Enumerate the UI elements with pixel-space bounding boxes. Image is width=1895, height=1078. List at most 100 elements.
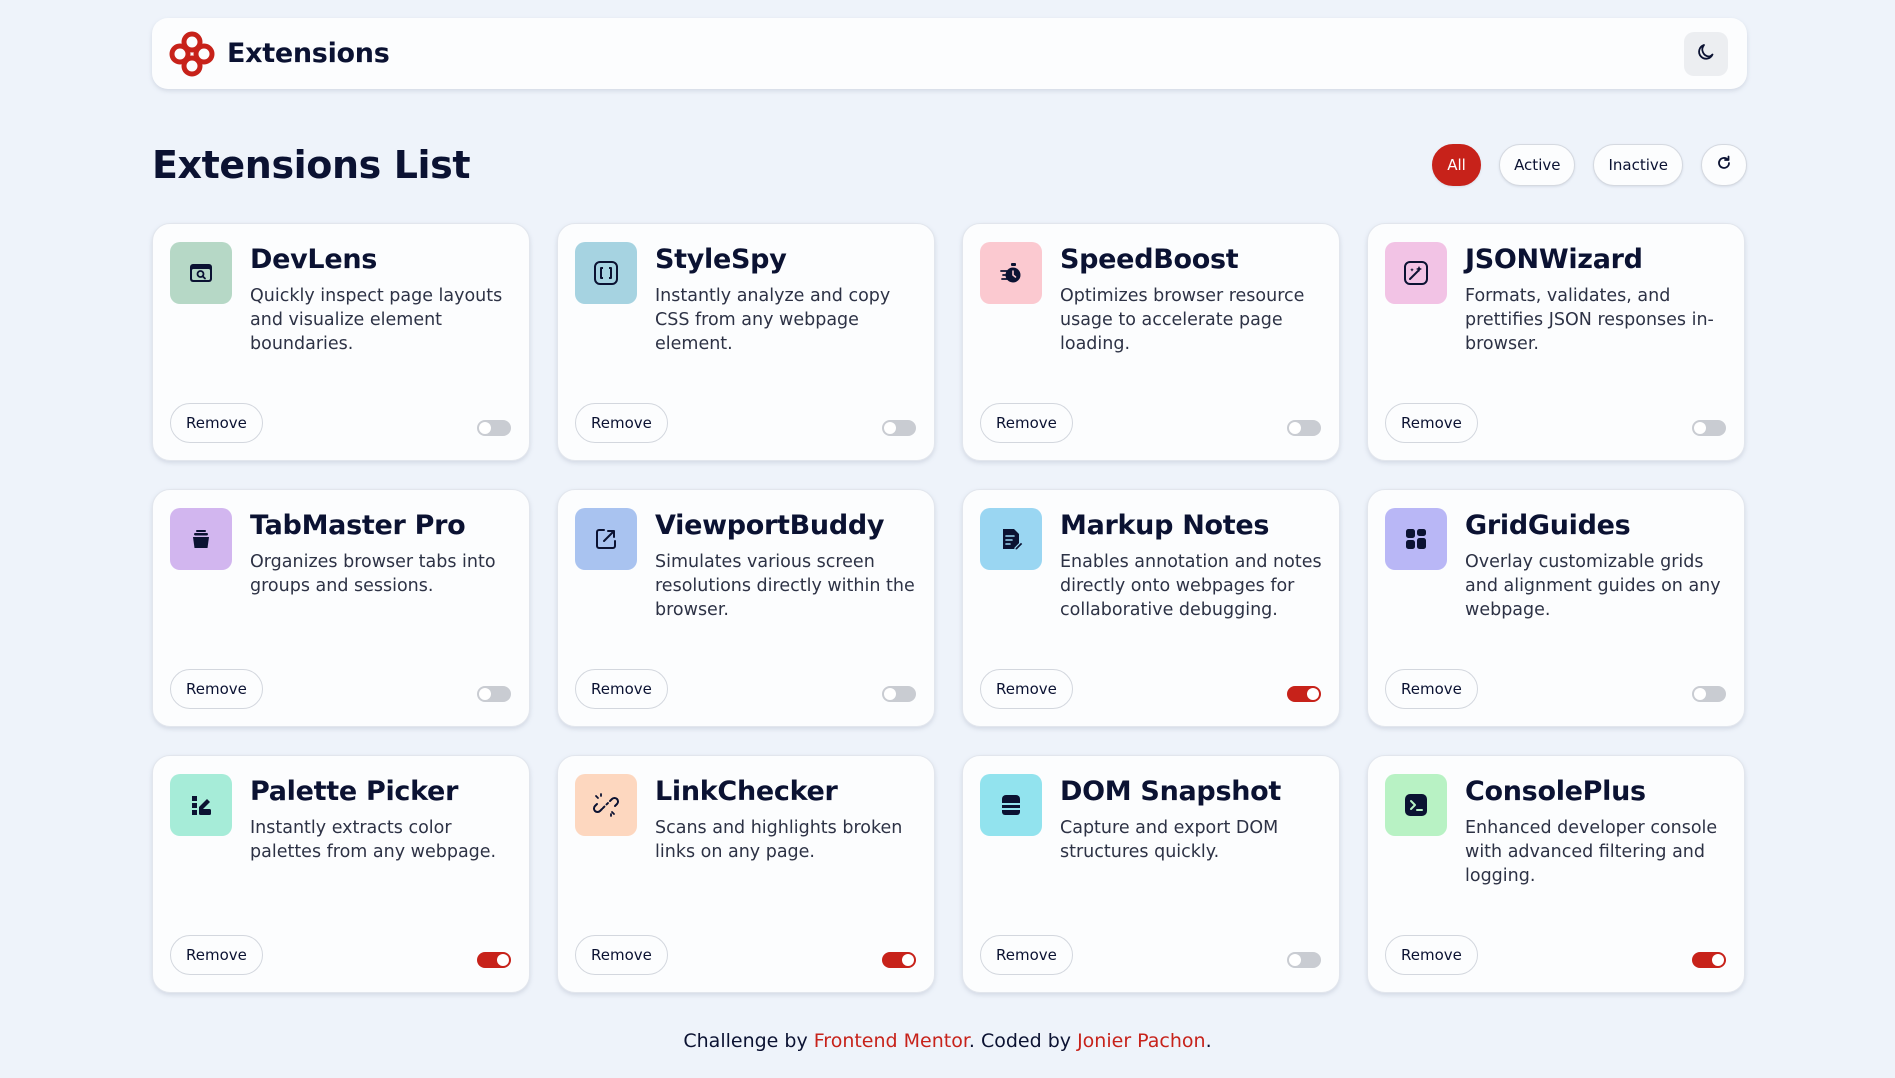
extension-name: StyleSpy [655,244,787,275]
extension-description: Overlay customizable grids and alignment… [1465,552,1721,620]
toggle-knob [1307,688,1319,700]
remove-button[interactable]: Remove [170,935,263,975]
extension-active-toggle[interactable] [882,952,916,968]
extension-description: Scans and highlights broken links on any… [655,818,903,862]
css-brackets-icon [575,242,637,304]
extension-card: GridGuides Overlay customizable grids an… [1367,489,1745,727]
terminal-icon [1385,774,1447,836]
remove-button[interactable]: Remove [1385,935,1478,975]
remove-button[interactable]: Remove [575,935,668,975]
toggle-knob [497,954,509,966]
extension-description: Enhanced developer console with advanced… [1465,818,1718,886]
extension-active-toggle[interactable] [1692,420,1726,436]
extension-card-header: TabMaster Pro Organizes browser tabs int… [170,508,512,598]
extension-active-toggle[interactable] [1692,686,1726,702]
remove-button[interactable]: Remove [980,669,1073,709]
extension-description: Formats, validates, and prettifies JSON … [1465,286,1714,354]
refresh-button[interactable] [1701,144,1747,186]
extension-card-header: ConsolePlus Enhanced developer console w… [1385,774,1727,888]
extension-card: TabMaster Pro Organizes browser tabs int… [152,489,530,727]
page-title: Extensions List [152,143,471,187]
extension-active-toggle[interactable] [1692,952,1726,968]
toggle-knob [479,688,491,700]
brand-name: Extensions [227,38,390,69]
extension-active-toggle[interactable] [477,420,511,436]
tab-stack-icon [170,508,232,570]
extension-card-header: GridGuides Overlay customizable grids an… [1385,508,1727,622]
extension-active-toggle[interactable] [477,952,511,968]
extension-name: LinkChecker [655,776,838,807]
toggle-knob [1289,954,1301,966]
extension-card-actions: Remove [980,935,1322,975]
dom-layers-icon [980,774,1042,836]
toggle-knob [884,688,896,700]
extension-description: Enables annotation and notes directly on… [1060,552,1322,620]
extension-card-actions: Remove [575,403,917,443]
theme-toggle-button[interactable] [1684,31,1728,76]
extension-card-actions: Remove [575,935,917,975]
extension-card: SpeedBoost Optimizes browser resource us… [962,223,1340,461]
moon-icon [1696,42,1716,66]
json-wand-icon [1385,242,1447,304]
extension-info: LinkChecker Scans and highlights broken … [655,774,917,864]
toggle-knob [479,422,491,434]
extension-card: DOM Snapshot Capture and export DOM stru… [962,755,1340,993]
extensions-grid: DevLens Quickly inspect page layouts and… [152,223,1747,993]
extension-info: ViewportBuddy Simulates various screen r… [655,508,917,622]
toggle-knob [884,422,896,434]
extension-card: StyleSpy Instantly analyze and copy CSS … [557,223,935,461]
extension-name: ConsolePlus [1465,776,1646,807]
author-link[interactable]: Jonier Pachon [1077,1030,1206,1052]
extension-active-toggle[interactable] [882,686,916,702]
extension-description: Capture and export DOM structures quickl… [1060,818,1279,862]
extension-active-toggle[interactable] [1287,420,1321,436]
extension-card-actions: Remove [170,403,512,443]
remove-button[interactable]: Remove [980,935,1073,975]
extension-card: JSONWizard Formats, validates, and prett… [1367,223,1745,461]
extension-name: TabMaster Pro [250,510,466,541]
extension-active-toggle[interactable] [1287,686,1321,702]
toggle-knob [1289,422,1301,434]
remove-button[interactable]: Remove [575,403,668,443]
extension-card-actions: Remove [1385,669,1727,709]
inspect-window-icon [170,242,232,304]
extension-card: DevLens Quickly inspect page layouts and… [152,223,530,461]
attribution-footer: Challenge by Frontend Mentor. Coded by J… [0,1030,1895,1052]
extension-card-actions: Remove [1385,403,1727,443]
remove-button[interactable]: Remove [1385,403,1478,443]
extension-name: JSONWizard [1465,244,1643,275]
remove-button[interactable]: Remove [980,403,1073,443]
extension-active-toggle[interactable] [477,686,511,702]
extensions-logo-icon [169,31,215,77]
frontend-mentor-link[interactable]: Frontend Mentor [814,1030,969,1052]
extension-card-header: Palette Picker Instantly extracts color … [170,774,512,864]
extension-card: Palette Picker Instantly extracts color … [152,755,530,993]
filter-inactive-button[interactable]: Inactive [1593,144,1683,186]
remove-button[interactable]: Remove [1385,669,1478,709]
extension-info: TabMaster Pro Organizes browser tabs int… [250,508,512,598]
extension-name: DevLens [250,244,378,275]
remove-button[interactable]: Remove [575,669,668,709]
list-toolbar: Extensions List All Active Inactive [152,140,1747,190]
extension-card-header: ViewportBuddy Simulates various screen r… [575,508,917,622]
extension-info: Markup Notes Enables annotation and note… [1060,508,1322,622]
extension-info: SpeedBoost Optimizes browser resource us… [1060,242,1322,356]
remove-button[interactable]: Remove [170,669,263,709]
extension-name: GridGuides [1465,510,1631,541]
extension-card-actions: Remove [980,669,1322,709]
filter-active-button[interactable]: Active [1499,144,1576,186]
toggle-knob [1712,954,1724,966]
extension-card-header: SpeedBoost Optimizes browser resource us… [980,242,1322,356]
remove-button[interactable]: Remove [170,403,263,443]
refresh-icon [1716,155,1732,175]
brand[interactable]: Extensions [169,31,390,77]
extension-description: Instantly extracts color palettes from a… [250,818,497,862]
extension-card-header: DOM Snapshot Capture and export DOM stru… [980,774,1322,864]
extension-description: Instantly analyze and copy CSS from any … [655,286,891,354]
extension-active-toggle[interactable] [1287,952,1321,968]
extension-card: ViewportBuddy Simulates various screen r… [557,489,935,727]
filter-all-button[interactable]: All [1432,144,1482,186]
extension-active-toggle[interactable] [882,420,916,436]
extension-info: JSONWizard Formats, validates, and prett… [1465,242,1727,356]
footer-middle: . Coded by [968,1030,1078,1052]
